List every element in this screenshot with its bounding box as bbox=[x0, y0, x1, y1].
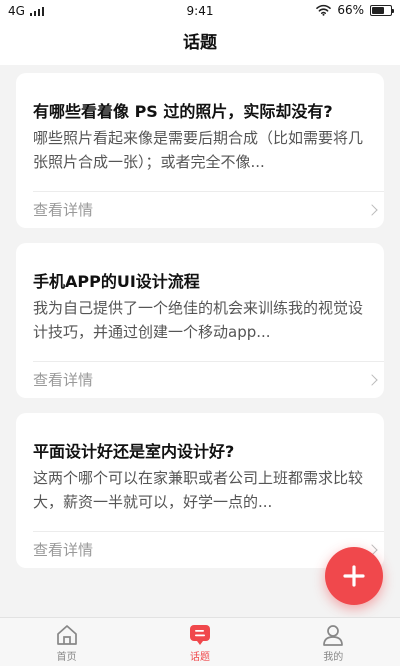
topic-title: 平面设计好还是室内设计好? bbox=[33, 442, 235, 461]
topic-description: 哪些照片看起来像是需要后期合成（比如需要将几张照片合成一张）；或者完全不像... bbox=[33, 129, 364, 171]
topic-description: 这两个哪个可以在家兼职或者公司上班都需求比较大，薪资一半就可以，好学一点的... bbox=[33, 469, 364, 511]
topic-card[interactable]: 手机APP的UI设计流程 我为自己提供了一个绝佳的机会来训练我的视觉设计技巧，并… bbox=[16, 243, 384, 398]
chat-icon bbox=[189, 625, 210, 645]
home-icon bbox=[56, 625, 77, 645]
view-details-label: 查看详情 bbox=[33, 371, 94, 389]
battery-icon bbox=[370, 4, 394, 16]
view-details-label: 查看详情 bbox=[33, 201, 94, 219]
status-bar: 4G 9:41 66% bbox=[0, 0, 400, 22]
view-details-link[interactable]: 查看详情 bbox=[33, 191, 384, 228]
battery-percent: 66% bbox=[337, 3, 364, 17]
tab-home[interactable]: 首页 bbox=[0, 618, 133, 666]
tab-profile[interactable]: 我的 bbox=[267, 618, 400, 666]
topic-card[interactable]: 平面设计好还是室内设计好? 这两个哪个可以在家兼职或者公司上班都需求比较大，薪资… bbox=[16, 413, 384, 568]
tab-bar: 首页 话题 我的 bbox=[0, 617, 400, 666]
plus-icon bbox=[343, 565, 365, 587]
tab-label: 我的 bbox=[323, 652, 344, 663]
tab-label: 话题 bbox=[189, 652, 210, 663]
chevron-right-icon bbox=[366, 373, 378, 386]
topic-card[interactable]: 有哪些看着像 PS 过的照片，实际却没有? 哪些照片看起来像是需要后期合成（比如… bbox=[16, 73, 384, 228]
topic-description: 我为自己提供了一个绝佳的机会来训练我的视觉设计技巧，并通过创建一个移动app..… bbox=[33, 299, 364, 341]
topic-title: 手机APP的UI设计流程 bbox=[33, 272, 200, 291]
user-icon bbox=[323, 625, 344, 646]
tab-label: 首页 bbox=[56, 652, 77, 663]
tab-topics[interactable]: 话题 bbox=[133, 618, 266, 666]
chevron-right-icon bbox=[366, 203, 378, 216]
topic-title: 有哪些看着像 PS 过的照片，实际却没有? bbox=[33, 102, 333, 121]
wifi-icon bbox=[316, 4, 332, 16]
view-details-link[interactable]: 查看详情 bbox=[33, 361, 384, 398]
status-right: 66% bbox=[316, 3, 394, 17]
battery-fill bbox=[372, 6, 384, 14]
add-topic-button[interactable] bbox=[325, 547, 383, 605]
page-title: 话题 bbox=[0, 22, 400, 65]
view-details-label: 查看详情 bbox=[33, 541, 94, 559]
